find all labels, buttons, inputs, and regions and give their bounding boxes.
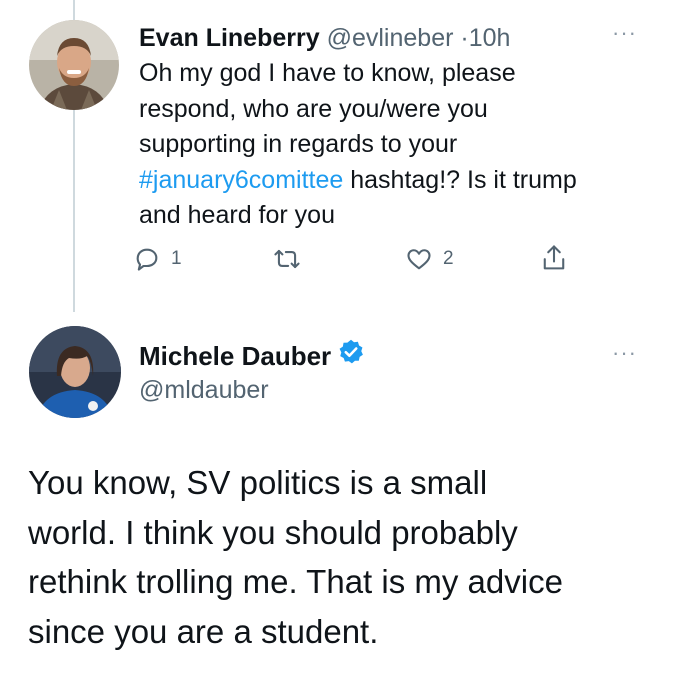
hashtag-link[interactable]: #january6comittee	[139, 166, 343, 194]
more-icon[interactable]: ···	[612, 20, 637, 46]
reply-icon	[136, 248, 158, 271]
main-author-handle[interactable]: @mldauber	[139, 374, 269, 406]
reply-tweet-text: Oh my god I have to know, please respond…	[139, 56, 659, 234]
like-icon	[407, 249, 431, 270]
retweet-icon	[274, 249, 300, 269]
reply-text-line: and heard for you	[139, 201, 335, 230]
header-separator: ·	[460, 24, 469, 52]
like-count: 2	[443, 248, 454, 269]
reply-text-line: #january6comittee hashtag!? Is it trump	[139, 163, 659, 199]
retweet-button[interactable]	[272, 245, 302, 273]
reply-tweet-actions: 1 2	[0, 245, 680, 285]
reply-tweet-header: Evan Lineberry @evlineber ·10h	[139, 22, 510, 54]
avatar-evan-lineberry[interactable]	[29, 20, 119, 110]
verified-badge-icon	[337, 338, 365, 374]
reply-text-fragment: hashtag!? Is it trump	[343, 165, 577, 194]
main-text-line: world. I think you should probably	[28, 513, 518, 551]
main-author-name[interactable]: Michele Dauber	[139, 339, 331, 373]
reply-author-handle[interactable]: @evlineber	[327, 24, 454, 52]
reply-count: 1	[171, 248, 182, 269]
main-author-name-row: Michele Dauber	[139, 338, 365, 374]
reply-text-line: supporting in regards to your	[139, 130, 458, 159]
main-tweet-text: You know, SV politics is a small world. …	[28, 458, 668, 656]
reply-author-name[interactable]: Evan Lineberry	[139, 24, 320, 52]
share-button[interactable]	[540, 243, 568, 273]
like-button[interactable]: 2	[405, 245, 454, 273]
main-text-line: since you are a student.	[28, 612, 379, 650]
more-icon[interactable]: ···	[612, 340, 637, 366]
reply-timestamp[interactable]: 10h	[469, 24, 511, 52]
main-text-line: rethink trolling me. That is my advice	[28, 563, 563, 600]
main-text-line: You know, SV politics is a small	[28, 464, 488, 501]
reply-text-line: respond, who are you/were you	[139, 94, 488, 123]
reply-text-line: Oh my god I have to know, please	[139, 59, 516, 87]
avatar-michele-dauber[interactable]	[29, 326, 121, 418]
reply-button[interactable]: 1	[133, 245, 182, 273]
share-icon	[543, 245, 565, 270]
